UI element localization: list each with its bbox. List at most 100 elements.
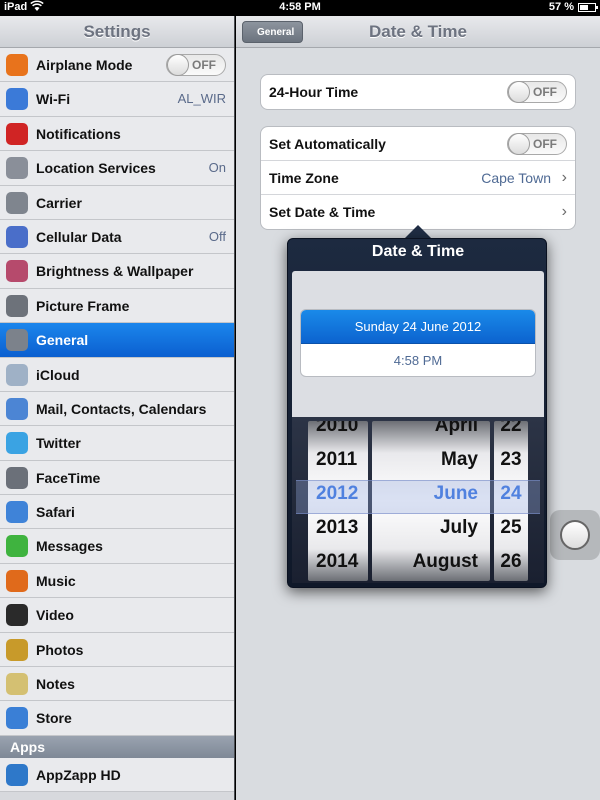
popover-title: Date & Time [371, 243, 465, 260]
sidebar-item-notifications[interactable]: Notifications [0, 116, 234, 152]
hour24-group: 24-Hour Time OFF [260, 74, 576, 110]
picker-option[interactable]: 2011 [308, 443, 368, 477]
sidebar-item-facetime[interactable]: FaceTime [0, 460, 234, 496]
sidebar-item-value: AL_WIR [177, 91, 226, 107]
toggle-state: OFF [533, 137, 557, 151]
flower-icon [6, 260, 28, 283]
wifi-icon [6, 88, 28, 111]
sidebar-item-messages[interactable]: Messages [0, 529, 234, 564]
toggle-knob [508, 133, 530, 155]
sidebar-item-appzapp-hd[interactable]: AppZapp HD [0, 757, 234, 793]
sidebar-title: Settings [0, 16, 234, 48]
hour24-row: 24-Hour Time OFF [261, 75, 575, 109]
sidebar-item-photos[interactable]: Photos [0, 632, 234, 668]
mail-icon [6, 397, 28, 420]
back-button-general[interactable]: General [242, 21, 304, 43]
picker-option[interactable]: 2013 [308, 511, 368, 545]
day-wheel[interactable]: 22 23 24 25 26 [494, 421, 528, 581]
app-store-icon [6, 707, 28, 730]
toggle-state: OFF [533, 85, 557, 99]
gear-icon [6, 329, 28, 352]
sidebar-item-label: Safari [36, 504, 75, 521]
phone-icon [6, 191, 28, 214]
date-time-group: Set Automatically OFF Time Zone Cape Tow… [260, 126, 576, 230]
set-date-time-row[interactable]: Set Date & Time › [261, 195, 575, 229]
date-picker: 2010 2011 2012 2013 2014 April May June July Aug… [292, 417, 544, 583]
picker-option[interactable]: 22 [494, 421, 528, 443]
sidebar-item-label: Airplane Mode [36, 57, 133, 73]
status-bar: iPad 4:58 PM 57 % [0, 0, 600, 16]
apps-section-header: Apps [0, 735, 234, 758]
sidebar-item-mail-contacts-calendars[interactable]: Mail, Contacts, Calendars [0, 391, 234, 427]
sidebar-item-label: Store [36, 710, 72, 727]
sidebar-item-label: Notifications [36, 125, 121, 142]
music-note-icon [6, 569, 28, 592]
sidebar-item-value: Off [208, 228, 226, 244]
appzapp-icon [6, 763, 28, 786]
sidebar-item-label: Notes [36, 676, 75, 693]
picture-frame-icon [6, 294, 28, 317]
picker-option[interactable]: 2010 [308, 421, 368, 443]
date-row[interactable]: Sunday 24 June 2012 [301, 310, 535, 344]
sidebar-item-airplane-mode[interactable]: Airplane Mode OFF [0, 48, 234, 83]
twitter-bird-icon [6, 432, 28, 455]
date-time-popover: Date & Time Sunday 24 June 2012 4:58 PM … [287, 238, 547, 588]
sidebar-item-carrier[interactable]: Carrier [0, 185, 234, 220]
settings-sidebar: Settings Airplane Mode OFF Wi-Fi AL_WIR Noti… [0, 16, 235, 800]
battery-icon [578, 3, 598, 12]
toggle-knob [508, 81, 530, 103]
sidebar-item-brightness-wallpaper[interactable]: Brightness & Wallpaper [0, 254, 234, 289]
time-row[interactable]: 4:58 PM [301, 344, 535, 376]
picker-option[interactable]: 26 [494, 545, 528, 579]
battery-percent: 57 % [548, 1, 574, 13]
picker-option[interactable]: May [372, 443, 490, 477]
month-wheel[interactable]: April May June July August [372, 421, 490, 581]
picker-option[interactable]: August [372, 545, 490, 579]
hour24-toggle[interactable]: OFF [507, 81, 567, 103]
sidebar-item-label: FaceTime [36, 469, 101, 486]
picker-option[interactable]: 25 [494, 511, 528, 545]
picker-option[interactable]: July [372, 511, 490, 545]
year-wheel[interactable]: 2010 2011 2012 2013 2014 [308, 421, 368, 581]
sidebar-item-notes[interactable]: Notes [0, 667, 234, 702]
sidebar-item-video[interactable]: Video [0, 598, 234, 633]
time-zone-value: Cape Town [481, 170, 551, 186]
sidebar-item-label: Mail, Contacts, Calendars [36, 400, 207, 417]
assistive-touch-button[interactable] [550, 510, 600, 560]
picker-option[interactable]: 24 [494, 477, 528, 511]
chevron-right-icon: › [561, 169, 567, 186]
picker-option[interactable]: 2012 [308, 477, 368, 511]
sidebar-item-label: Location Services [36, 160, 156, 177]
sidebar-item-label: General [36, 332, 89, 349]
picker-option[interactable]: 2014 [308, 545, 368, 579]
sidebar-item-location-services[interactable]: Location Services On [0, 151, 234, 186]
sidebar-item-label: Wi-Fi [36, 91, 71, 108]
compass-icon [6, 501, 28, 524]
sidebar-item-label: Carrier [36, 194, 82, 211]
sidebar-item-cellular-data[interactable]: Cellular Data Off [0, 219, 234, 255]
sidebar-item-general[interactable]: General [0, 323, 234, 358]
time-zone-row[interactable]: Time Zone Cape Town › [261, 161, 575, 195]
sidebar-item-icloud[interactable]: iCloud [0, 357, 234, 392]
picker-option[interactable]: April [372, 421, 490, 443]
sidebar-item-store[interactable]: Store [0, 701, 234, 736]
airplane-icon [6, 54, 28, 76]
sidebar-item-label: Messages [36, 538, 103, 555]
antenna-icon [6, 225, 28, 248]
clock: 4:58 PM [279, 1, 321, 13]
sidebar-item-label: Photos [36, 641, 84, 658]
set-automatically-toggle[interactable]: OFF [507, 133, 567, 155]
sidebar-item-wi-fi[interactable]: Wi-Fi AL_WIR [0, 82, 234, 117]
notifications-icon [6, 122, 28, 145]
time-zone-label: Time Zone [269, 170, 339, 186]
picker-option[interactable]: June [372, 477, 490, 511]
location-arrow-icon [6, 157, 28, 180]
airplane-mode-toggle[interactable]: OFF [166, 54, 226, 76]
cloud-icon [6, 363, 28, 386]
picker-option[interactable]: 23 [494, 443, 528, 477]
sidebar-item-picture-frame[interactable]: Picture Frame [0, 288, 234, 324]
sidebar-item-safari[interactable]: Safari [0, 495, 234, 530]
sidebar-item-music[interactable]: Music [0, 563, 234, 599]
assistive-touch-icon [560, 520, 590, 550]
sidebar-item-twitter[interactable]: Twitter [0, 426, 234, 461]
